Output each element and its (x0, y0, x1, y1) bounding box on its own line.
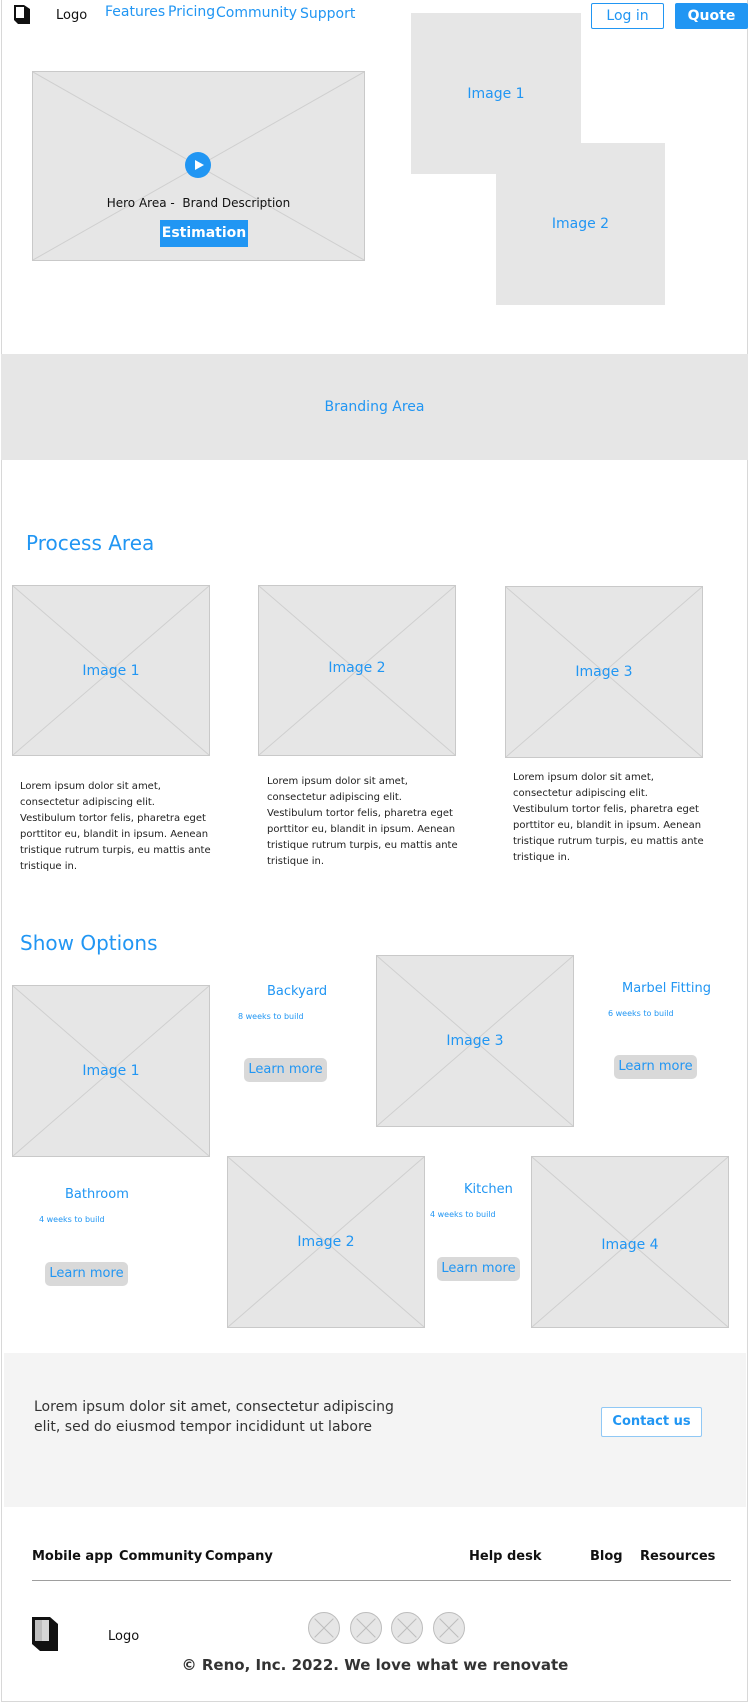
learn-more-kitchen[interactable]: Learn more (437, 1257, 520, 1281)
play-icon[interactable] (185, 152, 211, 178)
footer-link-mobile-app[interactable]: Mobile app (32, 1549, 113, 1564)
option-image-3-label: Image 3 (446, 1033, 504, 1049)
learn-more-backyard[interactable]: Learn more (244, 1058, 327, 1082)
hero-description: Hero Area - Brand Description (106, 196, 291, 210)
branding-area: Branding Area (1, 354, 748, 460)
social-icon-1[interactable] (308, 1612, 340, 1644)
option-sub-bathroom: 4 weeks to build (39, 1215, 105, 1224)
nav-community[interactable]: Community (216, 5, 297, 21)
option-image-1: Image 1 (12, 985, 210, 1157)
option-title-kitchen: Kitchen (464, 1182, 513, 1197)
social-icon-2[interactable] (350, 1612, 382, 1644)
process-title: Process Area (26, 531, 155, 555)
quote-button[interactable]: Quote (675, 3, 748, 29)
nav-features[interactable]: Features (105, 4, 165, 20)
nav-support[interactable]: Support (300, 6, 355, 22)
footer-link-resources[interactable]: Resources (640, 1549, 715, 1564)
process-image-3: Image 3 (505, 586, 703, 758)
hero-image-1-label: Image 1 (467, 85, 525, 102)
footer-link-community[interactable]: Community (119, 1549, 202, 1564)
option-sub-kitchen: 4 weeks to build (430, 1210, 496, 1219)
footer-logo-icon[interactable] (32, 1617, 58, 1651)
process-text-3: Lorem ipsum dolor sit amet, consectetur … (513, 772, 704, 863)
login-button[interactable]: Log in (591, 3, 664, 29)
option-image-2-label: Image 2 (297, 1234, 355, 1250)
process-text-1: Lorem ipsum dolor sit amet, consectetur … (20, 781, 211, 872)
footer-link-help-desk[interactable]: Help desk (469, 1549, 542, 1564)
learn-more-bathroom[interactable]: Learn more (45, 1262, 128, 1286)
social-icon-3[interactable] (391, 1612, 423, 1644)
process-image-3-label: Image 3 (575, 664, 633, 680)
hero-image-2: Image 2 (496, 143, 665, 305)
process-image-2-label: Image 2 (328, 659, 386, 676)
cta-text: Lorem ipsum dolor sit amet, consectetur … (34, 1399, 394, 1435)
footer-logo-text[interactable]: Logo (108, 1629, 139, 1644)
footer-link-company[interactable]: Company (205, 1549, 273, 1564)
option-image-3: Image 3 (376, 955, 574, 1127)
option-title-marbel-fitting: Marbel Fitting (622, 981, 711, 996)
option-image-4-label: Image 4 (601, 1237, 659, 1253)
process-text-2: Lorem ipsum dolor sit amet, consectetur … (267, 776, 458, 867)
copyright: © Reno, Inc. 2022. We love what we renov… (181, 1656, 569, 1674)
logo-text[interactable]: Logo (56, 8, 87, 23)
social-icon-4[interactable] (433, 1612, 465, 1644)
option-sub-backyard: 8 weeks to build (238, 1012, 304, 1021)
process-image-1: Image 1 (12, 585, 210, 756)
process-image-2: Image 2 (258, 585, 456, 756)
options-title: Show Options (20, 931, 158, 955)
learn-more-marbel-fitting[interactable]: Learn more (614, 1055, 697, 1079)
option-sub-marbel-fitting: 6 weeks to build (608, 1009, 674, 1018)
option-image-4: Image 4 (531, 1156, 729, 1328)
branding-label: Branding Area (324, 399, 425, 415)
option-title-bathroom: Bathroom (65, 1187, 129, 1202)
footer-link-blog[interactable]: Blog (590, 1549, 623, 1564)
option-image-2: Image 2 (227, 1156, 425, 1328)
option-image-1-label: Image 1 (82, 1063, 140, 1079)
hero-image-2-label: Image 2 (551, 216, 610, 232)
option-title-backyard: Backyard (267, 984, 328, 999)
logo-icon[interactable] (14, 5, 30, 24)
nav-pricing[interactable]: Pricing (168, 4, 215, 20)
contact-us-button[interactable]: Contact us (601, 1407, 702, 1437)
estimation-button[interactable]: Estimation (160, 220, 248, 247)
process-image-1-label: Image 1 (82, 662, 140, 679)
footer-divider (32, 1580, 731, 1581)
